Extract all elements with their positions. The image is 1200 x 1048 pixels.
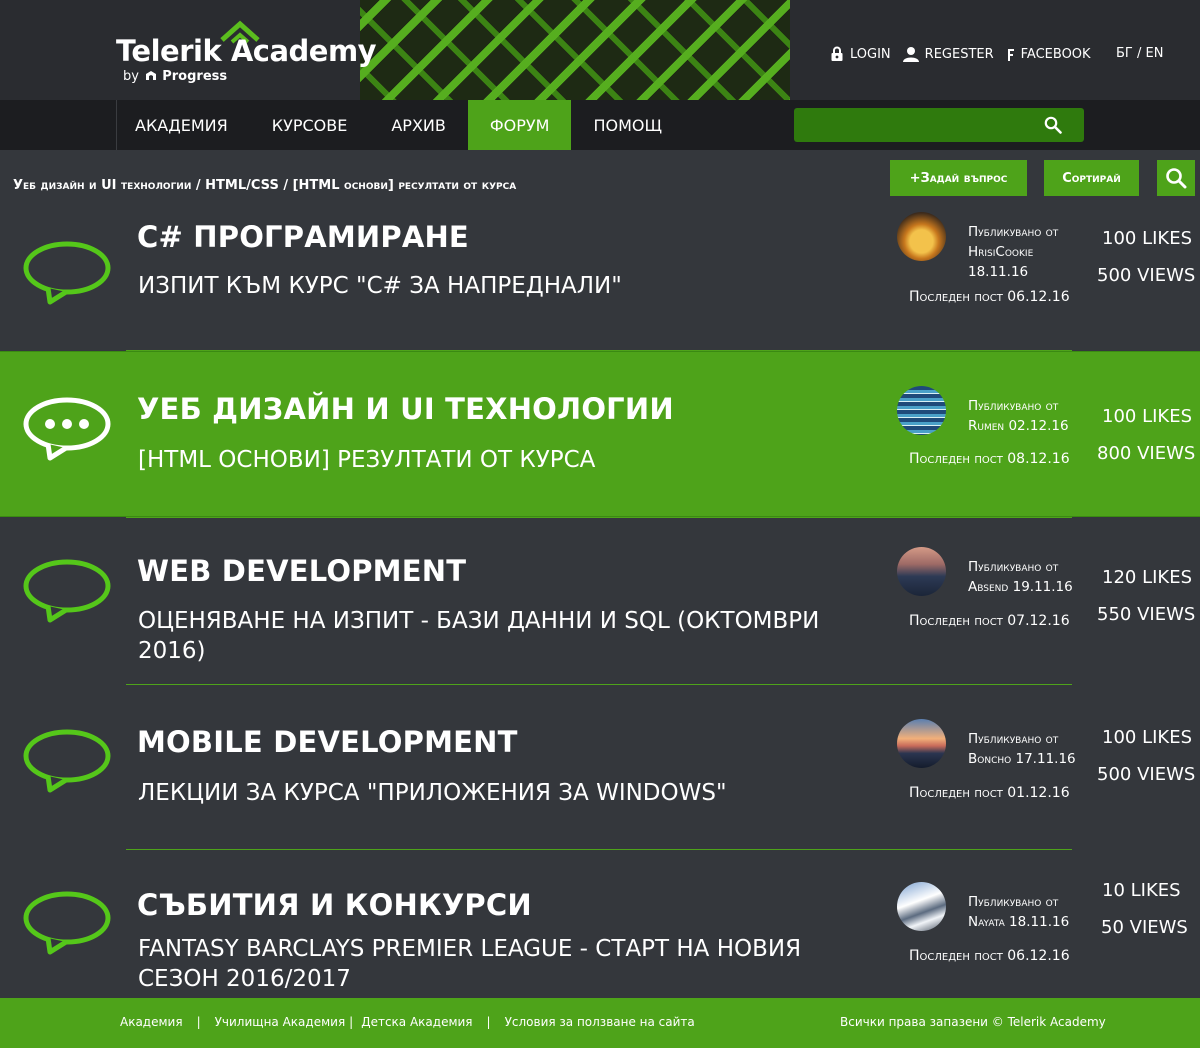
likes-count: 10 LIKES xyxy=(1102,880,1181,901)
progress-logo-icon xyxy=(146,71,157,80)
posted-date: 18.11.16 xyxy=(968,264,1029,280)
posted-label: Публикувано от xyxy=(968,398,1059,414)
register-label: REGESTER xyxy=(924,46,994,62)
nav-item-help[interactable]: ПОМОЩ xyxy=(571,100,684,150)
footer-separator: | xyxy=(349,1015,354,1029)
posted-by: Публикувано от Nayata 18.11.16 xyxy=(968,892,1069,932)
avatar xyxy=(897,212,946,261)
sort-button[interactable]: Сортирай xyxy=(1044,160,1139,196)
speech-bubble-icon xyxy=(23,241,111,305)
topic-title[interactable]: [HTML основи] резултати от курса xyxy=(138,445,838,475)
footer-links: Академия | Училищна Академия | Детска Ак… xyxy=(120,1015,695,1029)
likes-count: 100 LIKES xyxy=(1102,406,1193,427)
language-switcher[interactable]: БГ / EN xyxy=(1116,46,1163,61)
topic-title[interactable]: Оценяване на изпит - Бази данни и SQL (О… xyxy=(138,606,838,666)
account-links: LOGIN REGESTER FACEBOOK xyxy=(830,44,1103,64)
posted-by: Публикувано от HrisiCookie 18.11.16 xyxy=(968,222,1058,282)
speech-bubble-dots-icon xyxy=(23,397,111,461)
likes-count: 120 LIKES xyxy=(1102,567,1193,588)
footer-link-school-academy[interactable]: Училищна Академия xyxy=(215,1015,346,1029)
logo-byline: by Progress xyxy=(123,69,227,84)
search-input[interactable] xyxy=(804,113,1044,137)
header-decoration xyxy=(360,0,790,100)
topic-category[interactable]: СЪБИТИЯ И КОНКУРСИ xyxy=(137,888,532,922)
logo-by: by xyxy=(123,69,139,84)
search-icon[interactable] xyxy=(1044,116,1062,138)
breadcrumb[interactable]: Уеб дизайн и UI технологии / HTML/CSS / … xyxy=(13,178,516,193)
speech-bubble-icon xyxy=(23,559,111,623)
site-footer: Академия | Училищна Академия | Детска Ак… xyxy=(0,998,1200,1048)
facebook-icon xyxy=(1006,47,1015,61)
search-icon xyxy=(1166,168,1187,189)
topic-row-highlighted[interactable]: УЕБ ДИЗАЙН И UI ТЕХНОЛОГИИ [HTML основи]… xyxy=(0,351,1200,517)
posted-label: Публикувано от xyxy=(968,224,1059,240)
views-count: 800 VIEWS xyxy=(1097,443,1196,464)
topic-row[interactable]: C# ПРОГРАМИРАНЕ Изпит към курс "C# за на… xyxy=(0,200,1200,350)
footer-separator: | xyxy=(486,1015,491,1029)
topic-row[interactable]: СЪБИТИЯ И КОНКУРСИ Fantasy Barclays Prem… xyxy=(0,850,1200,998)
topic-category[interactable]: УЕБ ДИЗАЙН И UI ТЕХНОЛОГИИ xyxy=(137,392,674,426)
topic-title[interactable]: Изпит към курс "C# за напреднали" xyxy=(138,271,838,301)
topic-title[interactable]: Лекции за курса "Приложения за Windows" xyxy=(138,778,838,808)
views-count: 500 VIEWS xyxy=(1097,764,1196,785)
posted-author[interactable]: Absend 19.11.16 xyxy=(968,577,1073,597)
likes-count: 100 LIKES xyxy=(1102,228,1193,249)
forum-search-button[interactable] xyxy=(1157,160,1195,196)
posted-author[interactable]: Nayata 18.11.16 xyxy=(968,912,1069,932)
topic-category[interactable]: C# ПРОГРАМИРАНЕ xyxy=(137,220,469,254)
nav-item-forum[interactable]: ФОРУМ xyxy=(467,100,572,150)
login-label: LOGIN xyxy=(850,46,891,62)
posted-by: Публикувано от Boncho 17.11.16 xyxy=(968,729,1076,769)
likes-count: 100 LIKES xyxy=(1102,727,1193,748)
facebook-label: FACEBOOK xyxy=(1020,46,1091,62)
posted-author[interactable]: Rumen 02.12.16 xyxy=(968,416,1069,436)
last-post: Последен пост 07.12.16 xyxy=(909,613,1070,629)
logo-vendor: Progress xyxy=(162,69,228,84)
facebook-link[interactable]: FACEBOOK xyxy=(1006,47,1091,62)
footer-link-kids-academy[interactable]: Детска Академия xyxy=(361,1015,472,1029)
topic-title[interactable]: Fantasy Barclays Premier League - старт … xyxy=(138,934,838,994)
nav-items: АКАДЕМИЯ КУРСОВЕ АРХИВ ФОРУМ ПОМОЩ xyxy=(116,100,684,150)
posted-by: Публикувано от Rumen 02.12.16 xyxy=(968,396,1069,436)
avatar xyxy=(897,719,946,768)
topic-row[interactable]: WEB DEVELOPMENT Оценяване на изпит - Баз… xyxy=(0,518,1200,684)
footer-separator: | xyxy=(196,1015,201,1029)
speech-bubble-icon xyxy=(23,891,111,955)
views-count: 500 VIEWS xyxy=(1097,265,1196,286)
lock-icon xyxy=(830,46,844,62)
topic-row[interactable]: MOBILE DEVELOPMENT Лекции за курса "Прил… xyxy=(0,685,1200,849)
posted-label: Публикувано от xyxy=(968,559,1059,575)
avatar xyxy=(897,547,946,596)
footer-link-academy[interactable]: Академия xyxy=(120,1015,183,1029)
posted-author[interactable]: Boncho 17.11.16 xyxy=(968,749,1076,769)
site-search xyxy=(794,108,1084,142)
copyright: Всички права запазени © Telerik Academy xyxy=(840,1015,1106,1029)
logo-text: Telerik Academy xyxy=(116,34,377,68)
topic-category[interactable]: MOBILE DEVELOPMENT xyxy=(137,725,518,759)
speech-bubble-icon xyxy=(23,729,111,793)
posted-label: Публикувано от xyxy=(968,731,1059,747)
last-post: Последен пост 08.12.16 xyxy=(909,451,1070,467)
nav-item-academy[interactable]: АКАДЕМИЯ xyxy=(116,100,250,150)
ask-question-button[interactable]: +Задай въпрос xyxy=(890,160,1027,196)
posted-by: Публикувано от Absend 19.11.16 xyxy=(968,557,1073,597)
site-header: Telerik Academy by Progress LOGIN REGEST… xyxy=(0,0,1200,100)
posted-label: Публикувано от xyxy=(968,894,1059,910)
user-icon xyxy=(902,46,919,62)
nav-item-archive[interactable]: АРХИВ xyxy=(369,100,468,150)
nav-item-courses[interactable]: КУРСОВЕ xyxy=(250,100,370,150)
topic-category[interactable]: WEB DEVELOPMENT xyxy=(137,554,466,588)
views-count: 550 VIEWS xyxy=(1097,604,1196,625)
register-link[interactable]: REGESTER xyxy=(902,46,994,62)
avatar xyxy=(897,386,946,435)
views-count: 50 VIEWS xyxy=(1101,917,1188,938)
site-logo[interactable]: Telerik Academy by Progress xyxy=(116,20,377,90)
login-link[interactable]: LOGIN xyxy=(830,46,891,62)
last-post: Последен пост 01.12.16 xyxy=(909,785,1070,801)
posted-author[interactable]: HrisiCookie xyxy=(968,242,1058,262)
last-post: Последен пост 06.12.16 xyxy=(909,948,1070,964)
footer-link-terms[interactable]: Условия за ползване на сайта xyxy=(505,1015,695,1029)
avatar xyxy=(897,882,946,931)
last-post: Последен пост 06.12.16 xyxy=(909,289,1070,305)
